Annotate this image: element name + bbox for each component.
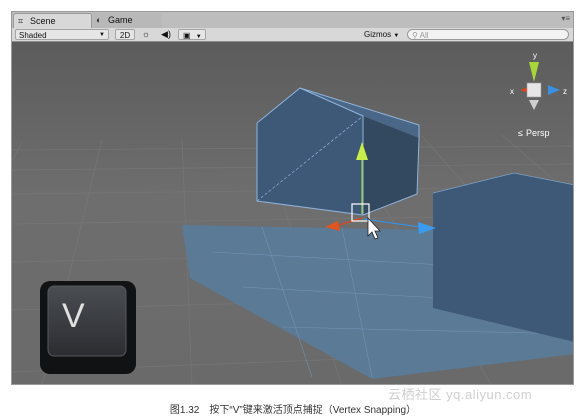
search-placeholder: All xyxy=(419,31,429,40)
axis-x-label: x xyxy=(510,87,514,96)
shading-mode-value: Shaded xyxy=(19,31,47,40)
scene-viewport[interactable]: y x z ≤ Persp V xyxy=(12,42,574,385)
chevron-down-icon: ▼ xyxy=(195,34,202,40)
projection-label[interactable]: Persp xyxy=(526,128,550,138)
search-icon: ⚲ xyxy=(412,31,418,40)
scene-icon: ⌗ xyxy=(18,16,24,26)
projection-perspective-icon: ≤ xyxy=(518,128,523,138)
gizmos-label: Gizmos xyxy=(364,30,392,39)
window-menu-icon[interactable]: ▾≡ xyxy=(561,14,570,23)
shading-mode-dropdown[interactable]: Shaded ▼ xyxy=(15,29,109,40)
scene-toolbar: Shaded ▼ 2D ☼ ◀) ▣ ▼ Gizmos ▼ ⚲ All xyxy=(12,28,573,42)
hierarchy-search-input[interactable]: ⚲ All xyxy=(407,29,569,40)
axis-z-label: z xyxy=(563,87,567,96)
chevron-down-icon: ▼ xyxy=(99,32,105,38)
key-label: V xyxy=(62,297,85,335)
axis-y-label: y xyxy=(533,51,537,60)
image-effects-icon: ▣ xyxy=(183,31,191,40)
game-icon: ◐ xyxy=(96,15,102,25)
tab-game-label: Game xyxy=(108,15,133,25)
effects-dropdown[interactable]: ▣ ▼ xyxy=(178,29,206,40)
chevron-down-icon: ▼ xyxy=(393,33,400,39)
lighting-toggle-icon[interactable]: ☼ xyxy=(138,29,154,40)
audio-toggle-icon[interactable]: ◀) xyxy=(158,29,174,40)
tab-bar: ⌗ Scene ◐ Game ▾≡ xyxy=(12,12,573,28)
tab-game[interactable]: ◐ Game xyxy=(92,13,162,28)
tab-scene-label: Scene xyxy=(30,16,56,26)
tab-scene[interactable]: ⌗ Scene xyxy=(13,13,92,28)
figure-caption: 图1.32 按下“V”键来激活顶点捕捉（Vertex Snapping） xyxy=(169,405,417,416)
2d-toggle-button[interactable]: 2D xyxy=(115,29,135,40)
keyboard-key-overlay: V xyxy=(40,281,136,374)
scene-window: ⌗ Scene ◐ Game ▾≡ Shaded ▼ 2D ☼ ◀) ▣ ▼ G… xyxy=(11,11,574,385)
gizmos-dropdown[interactable]: Gizmos ▼ xyxy=(362,29,400,40)
